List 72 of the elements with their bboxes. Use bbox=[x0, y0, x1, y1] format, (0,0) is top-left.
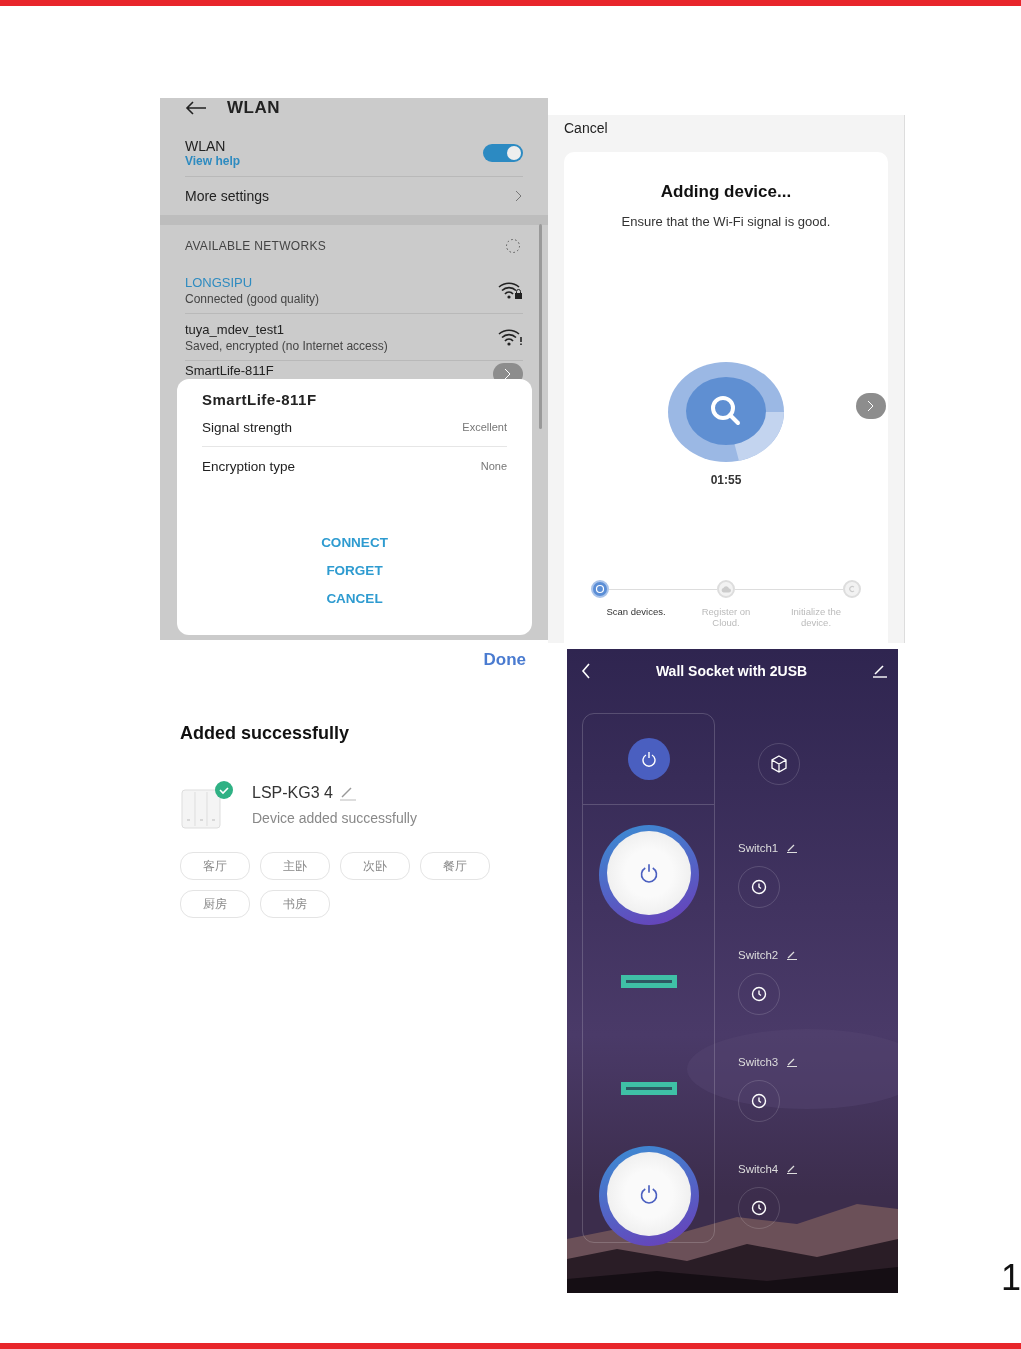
screen-title: Added successfully bbox=[180, 723, 351, 744]
edit-icon[interactable] bbox=[786, 1057, 799, 1067]
network-name: SmartLife-811F bbox=[185, 363, 274, 379]
chevron-icon bbox=[867, 400, 875, 412]
countdown-timer: 01:55 bbox=[710, 473, 742, 487]
dialog-title: SmartLife-811F bbox=[202, 391, 318, 408]
network-item[interactable]: tuya_mdev_test1 Saved, encrypted (no Internet access) bbox=[185, 314, 523, 361]
loading-spinner-icon bbox=[503, 238, 523, 254]
detail-label: Signal strength bbox=[202, 419, 293, 435]
clock-icon bbox=[751, 1093, 767, 1109]
dialog-button[interactable]: CANCEL bbox=[326, 591, 383, 606]
wlan-label: WLAN bbox=[185, 138, 227, 154]
switch-name: Switch4 bbox=[738, 1163, 779, 1175]
next-button[interactable] bbox=[856, 393, 886, 419]
clock-icon bbox=[751, 1200, 767, 1216]
screen-title: WLAN bbox=[227, 98, 280, 118]
back-icon[interactable] bbox=[581, 663, 591, 679]
switch-name: Switch3 bbox=[738, 1056, 779, 1068]
power-icon bbox=[638, 862, 659, 883]
chevron-icon bbox=[515, 190, 523, 202]
done-button[interactable]: Done bbox=[483, 650, 526, 670]
network-name: LONGSIPU bbox=[185, 274, 254, 290]
switch-device-icon bbox=[180, 780, 236, 830]
view-help-link[interactable]: View help bbox=[185, 154, 241, 168]
edit-icon[interactable] bbox=[786, 950, 799, 960]
page-number: 1 bbox=[1000, 1257, 1021, 1299]
room-chip[interactable]: 餐厅 bbox=[420, 852, 490, 880]
cube-icon bbox=[770, 754, 788, 773]
room-chip[interactable]: 厨房 bbox=[180, 890, 250, 918]
usb-port-icon[interactable] bbox=[620, 975, 677, 988]
switch-name: Switch1 bbox=[738, 842, 779, 854]
step-label: Initialize the device. bbox=[789, 606, 843, 628]
room-chip[interactable]: 客厅 bbox=[180, 852, 250, 880]
detail-label: Encryption type bbox=[202, 458, 296, 474]
scrollbar[interactable] bbox=[539, 224, 542, 429]
hint-text: Ensure that the Wi-Fi signal is good. bbox=[621, 214, 831, 229]
room-chip[interactable]: 次卧 bbox=[340, 852, 410, 880]
section-header: AVAILABLE NETWORKS bbox=[185, 239, 326, 253]
network-status: Saved, encrypted (no Internet access) bbox=[185, 338, 388, 353]
detail-value: None bbox=[480, 460, 507, 472]
edit-icon[interactable] bbox=[786, 1164, 799, 1174]
clock-icon bbox=[751, 986, 767, 1002]
room-chip[interactable]: 主卧 bbox=[260, 852, 330, 880]
back-arrow-icon[interactable] bbox=[185, 101, 207, 115]
power-icon bbox=[638, 1183, 659, 1204]
network-name: tuya_mdev_test1 bbox=[185, 321, 285, 337]
clock-icon bbox=[751, 879, 767, 895]
wlan-toggle[interactable] bbox=[483, 144, 523, 162]
usb-port-icon[interactable] bbox=[620, 1082, 677, 1095]
device-status: Device added successfully bbox=[252, 810, 417, 826]
edit-icon[interactable] bbox=[872, 664, 888, 678]
wifi-alert-icon bbox=[497, 328, 523, 346]
room-chip[interactable]: 书房 bbox=[260, 890, 330, 918]
network-item[interactable]: LONGSIPU Connected (good quality) bbox=[185, 267, 523, 314]
scanning-search-icon bbox=[667, 361, 785, 463]
ring-icon bbox=[595, 584, 605, 594]
dialog-button[interactable]: CONNECT bbox=[321, 535, 388, 550]
wifi-lock-icon bbox=[497, 281, 523, 299]
more-settings-item[interactable]: More settings bbox=[185, 177, 523, 215]
edit-icon[interactable] bbox=[786, 843, 799, 853]
screen-title: Wall Socket with 2USB bbox=[655, 663, 808, 679]
step-label: Scan devices. bbox=[605, 606, 667, 617]
power-icon bbox=[640, 751, 657, 767]
step-label: Register on Cloud. bbox=[700, 606, 752, 628]
cloud-icon bbox=[721, 585, 731, 593]
cancel-link[interactable]: Cancel bbox=[564, 120, 888, 136]
device-name: LSP-KG3 4 bbox=[252, 784, 333, 802]
network-status: Connected (good quality) bbox=[185, 291, 320, 306]
screen-title: Adding device... bbox=[660, 182, 792, 202]
dialog-button[interactable]: FORGET bbox=[326, 563, 383, 578]
switch-name: Switch2 bbox=[738, 949, 779, 961]
detail-value: Excellent bbox=[462, 421, 507, 433]
